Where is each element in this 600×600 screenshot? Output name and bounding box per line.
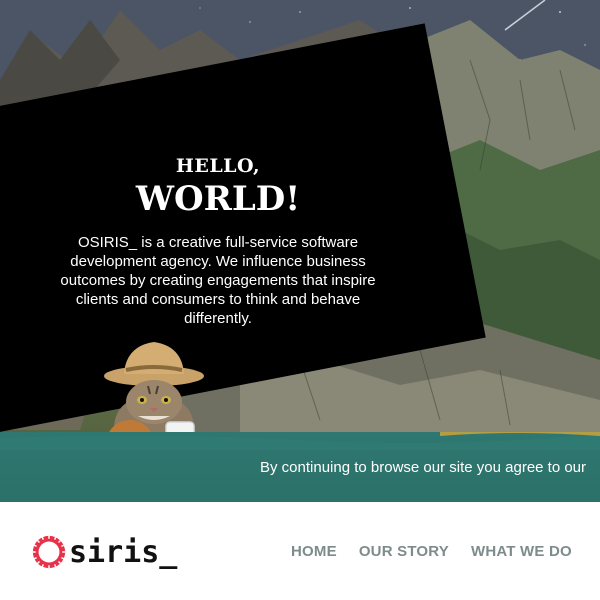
hero-text: HELLO, WORLD! OSIRIS_ is a creative full… [58,155,378,328]
osiris-gear-logo-icon [32,535,66,569]
nav-our-story[interactable]: OUR STORY [359,543,449,560]
hero-section: HELLO, WORLD! OSIRIS_ is a creative full… [0,0,600,502]
greeting-large: WORLD! [135,179,301,219]
cookie-banner-wave [0,432,600,450]
cookie-banner-text: By continuing to browse our site you agr… [260,459,587,476]
nav-home[interactable]: HOME [291,543,337,560]
logo-link[interactable]: siris_ [30,530,177,574]
cookie-banner: By continuing to browse our site you agr… [0,432,600,502]
nav-what-we-do[interactable]: WHAT WE DO [471,543,572,560]
site-header: siris_ HOME OUR STORY WHAT WE DO [0,502,600,600]
main-nav: HOME OUR STORY WHAT WE DO [291,543,572,560]
greeting-small: HELLO, [175,155,261,177]
logo-text: siris_ [69,534,178,570]
hero-description: OSIRIS_ is a creative full-service softw… [60,234,376,327]
